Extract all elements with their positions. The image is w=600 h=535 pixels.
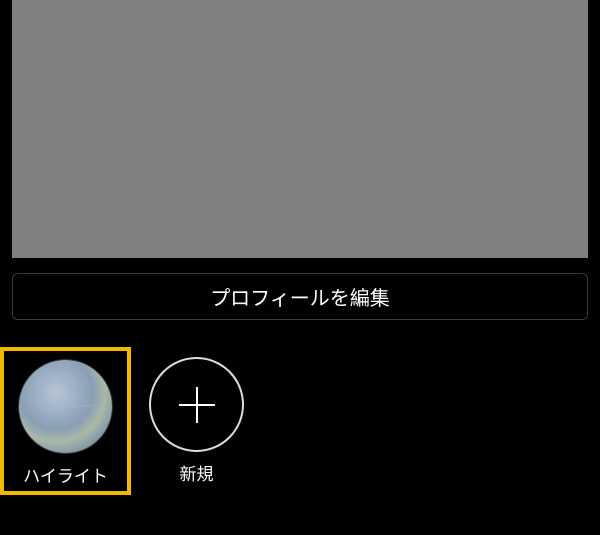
edit-profile-label: プロフィールを編集 bbox=[210, 282, 390, 311]
add-highlight-button[interactable] bbox=[149, 357, 244, 452]
new-highlight-label: 新規 bbox=[180, 460, 214, 485]
highlight-item-new[interactable]: 新規 bbox=[149, 347, 244, 495]
highlight-label: ハイライト bbox=[23, 462, 108, 487]
plus-icon bbox=[179, 387, 215, 423]
profile-content-area bbox=[12, 0, 588, 258]
highlight-item-selected[interactable]: ハイライト bbox=[0, 347, 131, 495]
highlight-thumbnail[interactable] bbox=[18, 359, 113, 454]
edit-profile-button[interactable]: プロフィールを編集 bbox=[12, 273, 588, 320]
story-highlights-row: ハイライト 新規 bbox=[0, 347, 244, 495]
